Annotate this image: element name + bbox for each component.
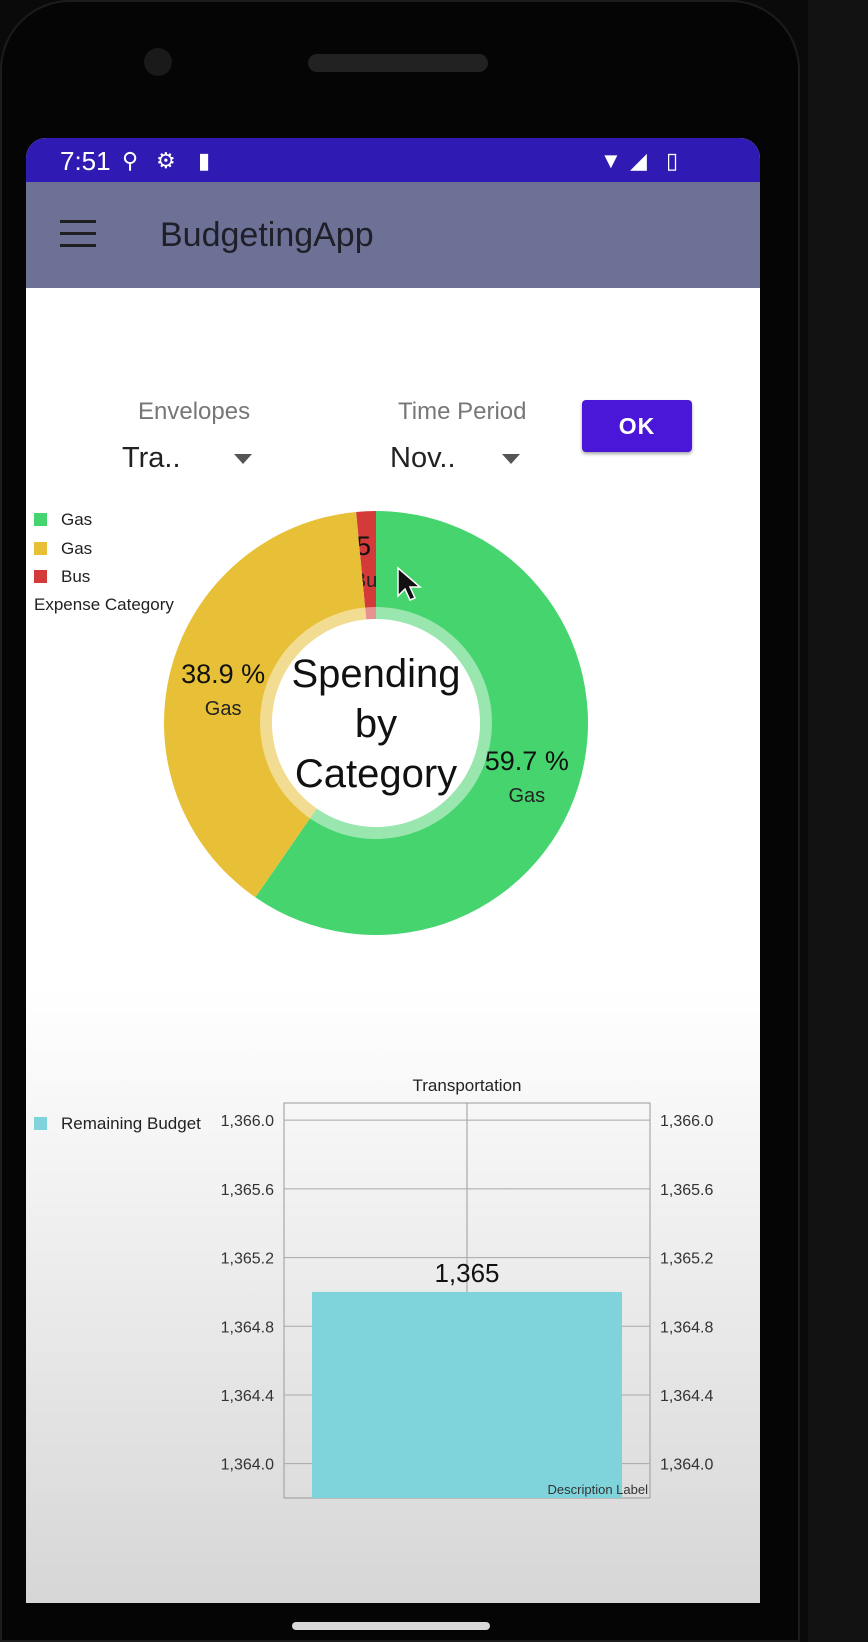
description-label: Description Label xyxy=(548,1482,649,1497)
bar-value-label: 1,365 xyxy=(434,1258,499,1288)
y-tick-label-left: 1,364.0 xyxy=(221,1457,274,1474)
mouse-pointer-icon xyxy=(397,566,423,601)
front-camera xyxy=(144,48,172,76)
y-tick-label-left: 1,365.6 xyxy=(221,1182,274,1199)
background-strip xyxy=(808,0,868,1642)
y-tick-label-right: 1,364.0 xyxy=(660,1457,713,1474)
app-screen: 7:51 ⚲ ⚙ ▮ ▼ ◢ ▯ BudgetingApp Envelopes … xyxy=(26,138,760,1603)
donut-chart[interactable]: 1.5 %Bus59.7 %Gas38.9 %GasSpendingbyCate… xyxy=(26,138,760,958)
y-tick-label-right: 1,366.0 xyxy=(660,1113,713,1130)
donut-center-text: Spending xyxy=(291,652,460,696)
bar-chart[interactable]: 1,366.0 1,366.0 1,365.6 1,365.6 1,365.2 1,365… xyxy=(26,1058,760,1518)
slice-category-label: Gas xyxy=(508,785,545,807)
y-tick-label-right: 1,365.6 xyxy=(660,1182,713,1199)
donut-center-text: Category xyxy=(295,752,457,796)
earpiece-speaker xyxy=(308,54,488,72)
slice-value-label: 59.7 % xyxy=(485,746,569,776)
home-indicator[interactable] xyxy=(292,1622,490,1630)
y-tick-label-left: 1,364.4 xyxy=(221,1388,274,1405)
y-tick-label-right: 1,364.8 xyxy=(660,1319,713,1336)
y-tick-label-right: 1,364.4 xyxy=(660,1388,713,1405)
donut-center-text: by xyxy=(355,702,397,746)
y-tick-label-left: 1,365.2 xyxy=(221,1251,274,1268)
y-tick-label-left: 1,366.0 xyxy=(221,1113,274,1130)
slice-category-label: Gas xyxy=(205,698,242,720)
bar-transportation[interactable] xyxy=(312,1291,622,1498)
y-tick-label-left: 1,364.8 xyxy=(221,1319,274,1336)
slice-value-label: 38.9 % xyxy=(181,659,265,689)
y-tick-label-right: 1,365.2 xyxy=(660,1251,713,1268)
x-category-label: Transportation xyxy=(413,1076,522,1095)
